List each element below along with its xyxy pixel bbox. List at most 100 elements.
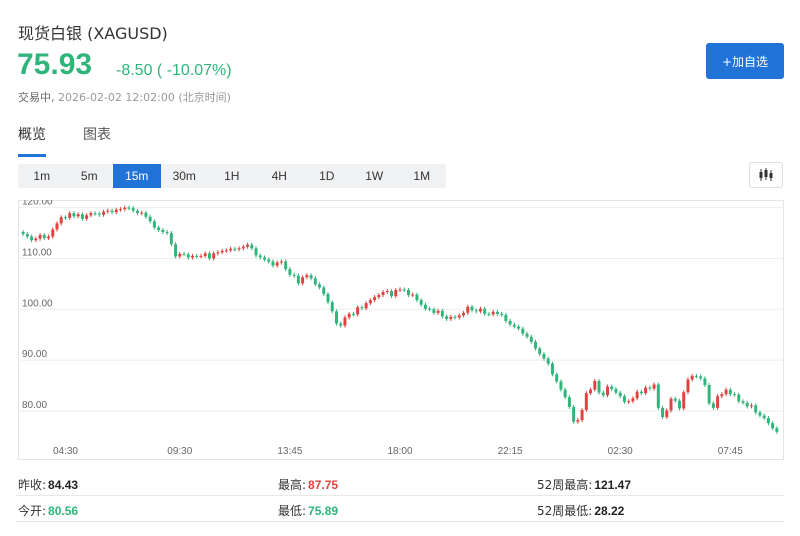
candle-body bbox=[114, 209, 118, 213]
candle-body bbox=[318, 284, 322, 288]
candle-body bbox=[775, 428, 779, 432]
candle-body bbox=[59, 217, 63, 224]
candle-body bbox=[669, 398, 673, 411]
y-tick-label: 80.00 bbox=[22, 400, 47, 411]
candle-body bbox=[212, 253, 216, 259]
candle-body bbox=[597, 380, 601, 393]
candle-body bbox=[364, 303, 368, 309]
candle-body bbox=[690, 375, 694, 380]
candle-body bbox=[93, 213, 97, 215]
candle-body bbox=[411, 294, 415, 296]
candle-body bbox=[347, 313, 351, 318]
candle-body bbox=[233, 248, 237, 250]
chart-frame bbox=[18, 200, 784, 460]
candle-body bbox=[360, 307, 364, 309]
candle-body bbox=[728, 389, 732, 395]
candle-body bbox=[419, 300, 423, 305]
interval-5m[interactable]: 5m bbox=[66, 164, 114, 188]
add-watchlist-button[interactable]: +加自选 bbox=[706, 43, 784, 79]
candle-body bbox=[339, 323, 343, 326]
candle-body bbox=[127, 207, 131, 209]
interval-15m[interactable]: 15m bbox=[113, 164, 161, 188]
candle-body bbox=[546, 358, 550, 364]
candle-body bbox=[246, 244, 250, 247]
candle-body bbox=[356, 307, 360, 315]
x-tick-label: 02:30 bbox=[608, 446, 633, 457]
candle-body bbox=[699, 376, 703, 379]
candle-body bbox=[275, 262, 279, 266]
tab-bar: 概览 图表 bbox=[18, 124, 148, 157]
interval-1h[interactable]: 1H bbox=[208, 164, 256, 188]
candle-body bbox=[368, 300, 372, 304]
x-tick-label: 09:30 bbox=[167, 446, 192, 457]
candle-body bbox=[30, 236, 34, 241]
candle-body bbox=[457, 315, 461, 318]
interval-4h[interactable]: 4H bbox=[256, 164, 304, 188]
stat-52w-high: 52周最高: 121.47 bbox=[537, 478, 632, 492]
candle-body bbox=[296, 275, 300, 284]
candle-body bbox=[385, 290, 389, 293]
candle-body bbox=[589, 389, 593, 394]
interval-1d[interactable]: 1D bbox=[303, 164, 351, 188]
candle-body bbox=[55, 223, 59, 230]
candle-body bbox=[483, 308, 487, 314]
candle-body bbox=[466, 306, 470, 313]
candle-body bbox=[220, 250, 224, 253]
candle-body bbox=[737, 394, 741, 402]
candle-body bbox=[576, 420, 580, 422]
candle-body bbox=[47, 236, 51, 239]
interval-1w[interactable]: 1W bbox=[351, 164, 399, 188]
candle-body bbox=[682, 392, 686, 409]
candle-body bbox=[601, 392, 605, 396]
interval-30m[interactable]: 30m bbox=[161, 164, 209, 188]
candle-body bbox=[453, 316, 457, 318]
candle-body bbox=[250, 244, 254, 249]
candle-body bbox=[199, 255, 203, 257]
candle-body bbox=[25, 234, 29, 237]
candle-body bbox=[301, 277, 305, 284]
status-label: 交易中, bbox=[18, 91, 55, 104]
candle-body bbox=[102, 211, 106, 215]
tab-chart[interactable]: 图表 bbox=[83, 124, 111, 157]
candle-body bbox=[135, 210, 139, 214]
candle-body bbox=[119, 209, 122, 211]
candle-body bbox=[720, 394, 724, 397]
candle-body bbox=[644, 387, 648, 394]
trading-status: 交易中, 2026-02-02 12:02:00 (北京时间) bbox=[18, 89, 231, 105]
candle-body bbox=[207, 253, 211, 259]
candle-body bbox=[267, 259, 271, 262]
candle-body bbox=[766, 418, 770, 424]
candle-body bbox=[34, 238, 38, 241]
candle-body bbox=[517, 326, 521, 329]
candle-body bbox=[652, 384, 656, 389]
candle-body bbox=[495, 311, 499, 314]
price-chart[interactable]: 120.00 110.00 100.00 90.00 80.00 04:30 09:30 1… bbox=[18, 200, 784, 460]
candle-body bbox=[106, 210, 110, 212]
chart-type-button[interactable] bbox=[749, 162, 783, 188]
candle-body bbox=[754, 405, 758, 413]
candle-body bbox=[542, 354, 546, 359]
candle-body bbox=[491, 311, 495, 315]
interval-1mo[interactable]: 1M bbox=[398, 164, 446, 188]
candle-body bbox=[21, 232, 25, 235]
candle-body bbox=[351, 313, 355, 315]
interval-1m[interactable]: 1m bbox=[18, 164, 66, 188]
candle-body bbox=[580, 409, 584, 421]
candle-body bbox=[559, 381, 563, 390]
timestamp: 2026-02-02 12:02:00 (北京时间) bbox=[58, 91, 231, 104]
candle-body bbox=[550, 363, 554, 375]
candle-body bbox=[449, 316, 453, 319]
candle-body bbox=[373, 297, 377, 301]
candle-body bbox=[694, 375, 698, 377]
candle-body bbox=[622, 396, 626, 402]
candle-body bbox=[648, 387, 652, 389]
y-tick-label: 90.00 bbox=[22, 349, 47, 360]
candle-body bbox=[97, 213, 101, 215]
tab-overview[interactable]: 概览 bbox=[18, 124, 46, 157]
candle-body bbox=[254, 248, 258, 256]
candle-body bbox=[567, 397, 571, 407]
candle-body bbox=[661, 407, 665, 418]
candle-body bbox=[487, 313, 491, 315]
candle-body bbox=[258, 255, 262, 258]
candle-body bbox=[428, 308, 432, 310]
